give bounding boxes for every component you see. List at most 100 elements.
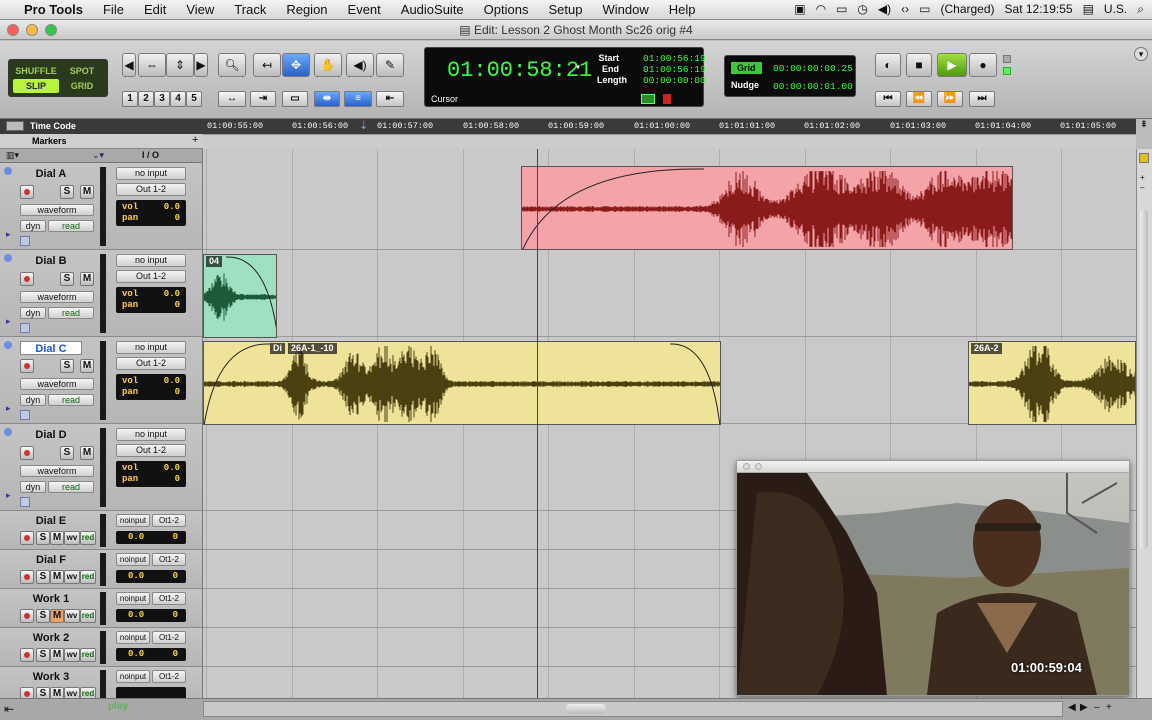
automation-follows-icon[interactable]: ⇤ [376, 91, 404, 107]
markers-ruler-label[interactable]: Markers [0, 134, 203, 149]
zoom-preset-5[interactable]: 5 [186, 91, 202, 107]
bottom-left-arrow-icon[interactable]: ⇤ [4, 702, 14, 716]
solo-button[interactable]: S [36, 687, 50, 698]
zoom-preset-1[interactable]: 1 [122, 91, 138, 107]
track-header[interactable]: Work 2 S Mwv red noinput Ot1-2 0.0 0 [0, 628, 202, 667]
output-selector[interactable]: Ot1-2 [152, 670, 186, 683]
video-window[interactable]: 01:00:59:04 [736, 460, 1130, 696]
plugin-icon[interactable] [20, 410, 30, 420]
grabber-tool-icon[interactable]: ✥ [282, 53, 310, 77]
solo-button[interactable]: S [36, 570, 50, 584]
record-icon[interactable]: ● [969, 53, 997, 77]
track-name[interactable]: Work 3 [20, 670, 82, 684]
zoomer-tool-icon[interactable]: 🔍︎ [218, 53, 246, 77]
mute-button[interactable]: M [80, 185, 94, 199]
automation-button[interactable]: red [80, 687, 96, 698]
automation-button[interactable]: red [80, 570, 96, 584]
record-arm-icon[interactable] [20, 687, 34, 698]
track-name[interactable]: Work 2 [20, 631, 82, 645]
spot-mode-button[interactable]: SPOT [59, 64, 105, 78]
zoom-out-vertical-icon[interactable]: – [1140, 183, 1144, 192]
input-selector[interactable]: no input [116, 341, 186, 354]
zoom-waveform-icon[interactable]: ⇔ [138, 53, 166, 77]
horizontal-scrollbar[interactable] [203, 701, 1063, 717]
track-header[interactable]: Dial C S Mwaveform dyn read ▸ no input Out 1-2 v… [0, 337, 202, 424]
menu-event[interactable]: Event [338, 2, 391, 17]
battery-icon[interactable]: ▭ [919, 2, 930, 17]
solo-button[interactable]: S [60, 272, 74, 286]
display-icon[interactable]: ▭ [836, 2, 847, 17]
play-icon[interactable]: ▶ [937, 53, 967, 77]
input-source[interactable]: U.S. [1104, 2, 1127, 17]
grid-label[interactable]: Grid [731, 62, 762, 74]
track-view-selector[interactable]: waveform [20, 204, 94, 216]
track-name[interactable]: Work 1 [20, 592, 82, 606]
volume-pan-readout[interactable]: vol 0.0 pan 0 [116, 287, 186, 313]
automation-button[interactable]: red [80, 609, 96, 623]
record-arm-icon[interactable] [20, 272, 34, 286]
output-selector[interactable]: Out 1-2 [116, 183, 186, 196]
pan-value[interactable]: 0 [175, 213, 180, 223]
dynamic-plugin-button[interactable]: dyn [20, 394, 46, 406]
search-icon[interactable]: ⌕ [1137, 2, 1144, 17]
pan-value[interactable]: 0 [175, 300, 180, 310]
pan-value[interactable]: 0 [173, 649, 178, 659]
automation-mode-selector[interactable]: read [48, 307, 94, 319]
slip-mode-button[interactable]: SLIP [13, 79, 59, 93]
record-arm-icon[interactable] [20, 570, 34, 584]
midi-input-icon[interactable] [641, 94, 655, 104]
track-name[interactable]: Dial C [20, 341, 82, 355]
menu-view[interactable]: View [176, 2, 224, 17]
timecode-ruler-label[interactable]: Time Code [0, 119, 203, 134]
timecode-ruler[interactable]: 01:00:55:00 01:00:56:00 01:00:57:00 01:0… [203, 119, 1136, 134]
mute-button[interactable]: M [50, 648, 64, 662]
record-arm-icon[interactable] [20, 648, 34, 662]
stop-icon[interactable]: ■ [906, 53, 932, 77]
clip-name[interactable]: 04 [206, 256, 223, 267]
shuffle-mode-button[interactable]: SHUFFLE [13, 64, 59, 78]
solo-button[interactable]: S [60, 446, 74, 460]
audio-clip[interactable]: 26B-2_-01 [521, 166, 1013, 250]
vertical-scroll-thumb[interactable] [1140, 209, 1148, 549]
zoom-out-horizontal-icon[interactable]: ◀ [122, 53, 136, 77]
plugin-icon[interactable] [20, 497, 30, 507]
menu-options[interactable]: Options [474, 2, 539, 17]
pan-value[interactable]: 0 [173, 610, 178, 620]
video-close-icon[interactable] [743, 463, 750, 470]
input-selector[interactable]: no input [116, 428, 186, 441]
volume-value[interactable]: 0.0 [164, 376, 180, 386]
mute-button[interactable]: M [80, 359, 94, 373]
mirror-midi-icon[interactable]: ⇹ [314, 91, 340, 107]
track-name[interactable]: Dial E [20, 514, 82, 528]
ruler-scroll-icon[interactable]: ⇟ [1136, 119, 1152, 149]
automation-mode-selector[interactable]: read [48, 394, 94, 406]
wifi-icon[interactable]: ◠ [816, 2, 826, 17]
view-button[interactable]: wv [64, 570, 80, 584]
track-view-selector[interactable]: waveform [20, 378, 94, 390]
volume-pan-readout[interactable] [116, 687, 186, 698]
menu-app-name[interactable]: Pro Tools [20, 2, 93, 17]
view-button[interactable]: wv [64, 531, 80, 545]
volume-pan-readout[interactable]: 0.0 0 [116, 531, 186, 544]
volume-pan-readout[interactable]: vol 0.0 pan 0 [116, 461, 186, 487]
track-name[interactable]: Dial A [20, 167, 82, 181]
zoom-preset-4[interactable]: 4 [170, 91, 186, 107]
automation-mode-selector[interactable]: read [48, 220, 94, 232]
automation-button[interactable]: red [80, 531, 96, 545]
code-icon[interactable]: ‹› [901, 2, 909, 17]
mute-button[interactable]: M [80, 272, 94, 286]
record-arm-icon[interactable] [20, 359, 34, 373]
zoom-in-horizontal-icon[interactable]: ▶ [194, 53, 208, 77]
input-selector[interactable]: no input [116, 254, 186, 267]
track-header[interactable]: Dial D S Mwaveform dyn read ▸ no input Out 1-2 v… [0, 424, 202, 511]
close-window-button[interactable] [7, 24, 19, 36]
selection-marker-icon[interactable]: ⇣ [359, 119, 368, 132]
trim-tool-icon[interactable]: ↤ [253, 53, 281, 77]
ruler-menu-icon[interactable] [6, 121, 24, 131]
rewind-icon[interactable]: ⏪ [906, 91, 932, 107]
record-arm-icon[interactable] [20, 446, 34, 460]
track-name[interactable]: Dial F [20, 553, 82, 567]
mute-button[interactable]: M [50, 531, 64, 545]
vertical-scrollbar[interactable]: + – [1136, 149, 1152, 698]
output-selector[interactable]: Ot1-2 [152, 631, 186, 644]
